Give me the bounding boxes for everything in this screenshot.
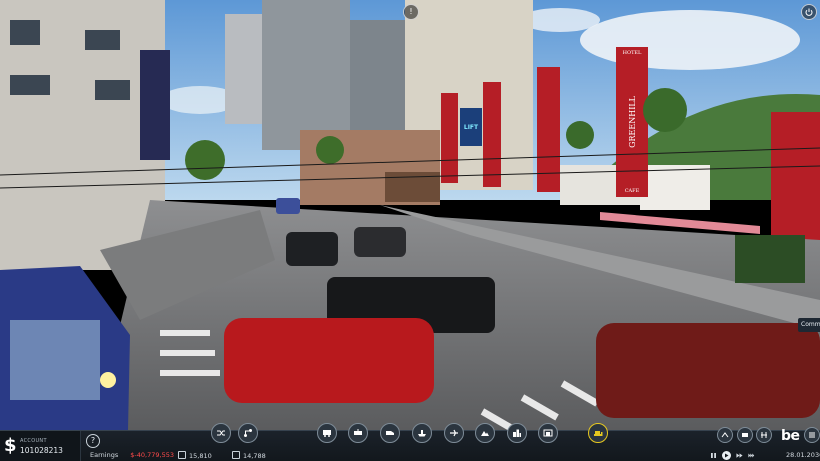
account-label: ACCOUNT xyxy=(20,438,47,444)
game-logo: be xyxy=(781,428,800,444)
game-viewport[interactable]: HOTEL GREENHILL CAFE LIFT ! Comm $ ACCOU… xyxy=(0,0,820,461)
stat-b-value: 14,788 xyxy=(243,452,266,460)
vehicles-icon xyxy=(742,433,748,437)
ship-icon xyxy=(418,430,426,437)
route-icon xyxy=(244,429,252,437)
game-date: 28.01.2036 xyxy=(786,451,820,459)
toolbar-bulldozer-button[interactable] xyxy=(588,423,608,443)
right-vehicles-button[interactable] xyxy=(737,427,753,443)
stat-a: 15,810 xyxy=(178,451,212,460)
tram-icon xyxy=(354,429,362,435)
bulldozer-icon xyxy=(594,431,603,436)
side-tab[interactable]: Comm xyxy=(798,318,820,332)
toolbar-bus-button[interactable] xyxy=(317,423,337,443)
pause-icon xyxy=(711,453,716,458)
stat-b: 14,788 xyxy=(232,451,266,460)
account-number: 101028213 xyxy=(20,446,63,455)
shuffle-icon xyxy=(217,430,225,436)
help-button[interactable]: ? xyxy=(86,434,100,448)
play-button[interactable] xyxy=(722,451,731,460)
rail-icon xyxy=(761,432,767,438)
city-icon xyxy=(513,429,521,437)
earnings-label: Earnings xyxy=(90,451,119,459)
hotel-banner-name-text: GREENHILL xyxy=(627,96,637,148)
play-icon xyxy=(725,453,729,458)
power-icon xyxy=(805,8,813,16)
exclamation-icon: ! xyxy=(409,7,413,16)
game-speed-controls xyxy=(710,451,755,460)
right-arrow-button[interactable] xyxy=(717,427,733,443)
info-button[interactable]: ! xyxy=(403,4,419,20)
right-rail-button[interactable] xyxy=(756,427,772,443)
toolbar-depot-button[interactable] xyxy=(538,423,558,443)
passenger-icon xyxy=(178,451,186,459)
lift-sign: LIFT xyxy=(460,108,482,146)
depot-icon xyxy=(543,429,553,437)
account-panel[interactable]: $ ACCOUNT 101028213 xyxy=(0,431,81,461)
arrow-icon xyxy=(721,432,729,438)
pause-button[interactable] xyxy=(710,452,717,459)
cargo-icon xyxy=(232,451,240,459)
toolbar-train-button[interactable] xyxy=(380,423,400,443)
toolbar-route-button[interactable] xyxy=(238,423,258,443)
toolbar-tram-button[interactable] xyxy=(348,423,368,443)
fast-forward-button[interactable] xyxy=(736,452,743,459)
power-button[interactable] xyxy=(801,4,817,20)
fast-forward-icon xyxy=(736,453,743,458)
list-icon xyxy=(809,432,815,438)
hotel-banner-top-text: HOTEL xyxy=(622,50,642,56)
toolbar-ship-button[interactable] xyxy=(412,423,432,443)
train-icon xyxy=(386,431,394,435)
toolbar-shuffle-button[interactable] xyxy=(211,423,231,443)
plane-icon xyxy=(450,429,458,437)
lift-sign-text: LIFT xyxy=(463,123,479,131)
earnings-value: $-40,779,553 xyxy=(130,451,174,459)
fastest-button[interactable] xyxy=(748,452,755,459)
toolbar-plane-button[interactable] xyxy=(444,423,464,443)
toolbar-city-button[interactable] xyxy=(507,423,527,443)
bottom-hud: $ ACCOUNT 101028213 ? Earnings $-40,779,… xyxy=(0,423,820,461)
city-scene xyxy=(0,0,820,435)
right-list-button[interactable] xyxy=(804,427,820,443)
toolbar-terrain-button[interactable] xyxy=(475,423,495,443)
terrain-icon xyxy=(481,431,489,436)
dollar-icon: $ xyxy=(4,435,17,456)
hotel-banner-bottom-text: CAFE xyxy=(624,187,640,194)
bus-icon xyxy=(323,430,331,437)
earnings-stat: Earnings $-40,779,553 xyxy=(90,451,174,459)
stat-a-value: 15,810 xyxy=(189,452,212,460)
hotel-banner: HOTEL GREENHILL CAFE xyxy=(616,47,648,197)
fastest-icon xyxy=(748,453,755,458)
